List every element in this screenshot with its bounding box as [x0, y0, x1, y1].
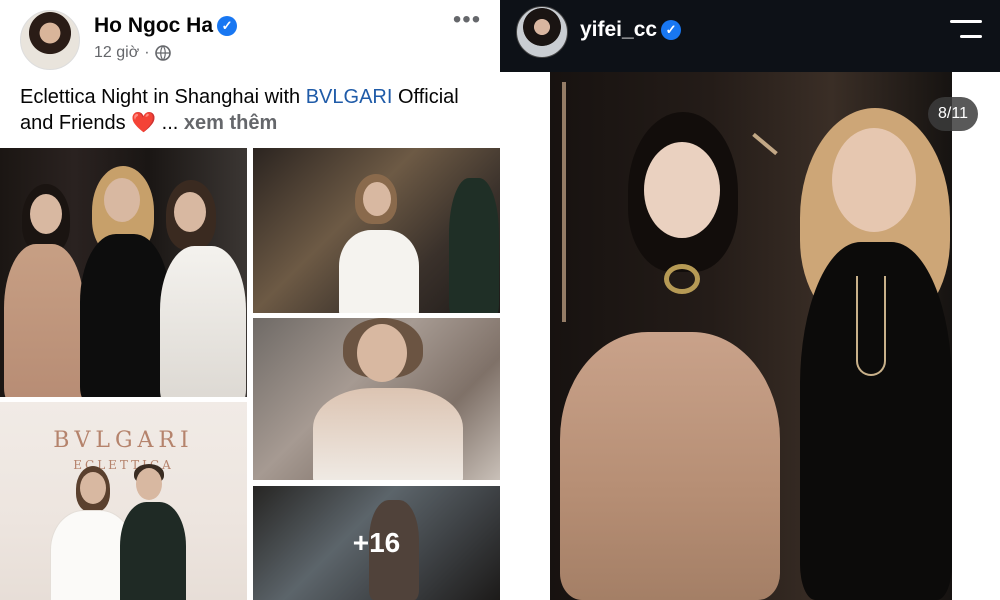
- figure-necklace: [856, 276, 886, 376]
- background-light: [752, 132, 778, 156]
- figure-head: [80, 472, 106, 504]
- figure-dress: [80, 234, 170, 397]
- menu-line: [950, 20, 982, 23]
- post-time[interactable]: 12 giờ: [94, 44, 139, 62]
- profile-username[interactable]: yifei_cc ✓: [580, 18, 682, 42]
- caption-ellipsis: ...: [161, 112, 179, 134]
- menu-line: [960, 35, 982, 38]
- menu-icon[interactable]: [950, 20, 982, 40]
- bvlgari-logo-text: BVLGARI: [53, 428, 194, 453]
- instagram-view: yifei_cc ✓ 8/11: [500, 0, 1000, 600]
- facebook-post: Ho Ngoc Ha ✓ 12 giờ · ••• Eclettica Night…: [0, 0, 500, 600]
- caption-text: Eclettica Night in Shanghai with: [20, 86, 306, 108]
- figure-necklace: [664, 264, 700, 294]
- author-avatar[interactable]: [20, 10, 80, 70]
- eclettica-text: ECLETTICA: [73, 458, 174, 472]
- profile-avatar[interactable]: [516, 6, 568, 58]
- figure-head: [644, 142, 720, 238]
- figure-head: [174, 192, 206, 232]
- more-options-icon[interactable]: •••: [452, 8, 482, 32]
- username-text[interactable]: yifei_cc: [580, 18, 657, 41]
- post-meta: 12 giờ ·: [94, 44, 171, 62]
- post-photo-2[interactable]: [253, 148, 500, 313]
- figure-white-gown: [160, 246, 246, 397]
- figure-head: [832, 128, 916, 232]
- globe-icon: [154, 45, 171, 61]
- post-photo-3[interactable]: [253, 318, 500, 480]
- meta-separator: ·: [144, 44, 150, 61]
- see-more-link[interactable]: xem thêm: [184, 112, 277, 134]
- post-photo-1[interactable]: [0, 148, 247, 397]
- story-counter: 8/11: [928, 97, 978, 131]
- figure-white-gown: [339, 230, 419, 313]
- verified-badge-icon: ✓: [217, 16, 238, 36]
- verified-badge-icon: ✓: [661, 20, 682, 40]
- background-light: [562, 82, 566, 322]
- instagram-header: yifei_cc ✓: [500, 0, 1000, 72]
- figure-embellished-gown: [560, 332, 780, 600]
- figure-torso: [313, 388, 463, 480]
- post-photo-5[interactable]: +16: [253, 486, 500, 600]
- figure-head: [104, 178, 140, 222]
- author-name-text[interactable]: Ho Ngoc Ha: [94, 14, 213, 37]
- story-photo[interactable]: [550, 72, 952, 600]
- heart-emoji: ❤️: [131, 112, 157, 134]
- figure-gown: [4, 244, 84, 397]
- figure-head: [136, 468, 162, 500]
- brand-tag-link[interactable]: BVLGARI: [306, 86, 393, 108]
- author-name[interactable]: Ho Ngoc Ha ✓: [94, 14, 238, 38]
- more-photos-count[interactable]: +16: [253, 486, 500, 600]
- post-caption: Eclettica Night in Shanghai with BVLGARI…: [20, 84, 490, 136]
- figure-head: [357, 324, 407, 382]
- figure-suit: [449, 178, 499, 313]
- figure-suit: [120, 502, 186, 600]
- figure-head: [30, 194, 62, 234]
- figure-head: [363, 182, 391, 216]
- post-photo-4[interactable]: BVLGARI ECLETTICA: [0, 402, 247, 600]
